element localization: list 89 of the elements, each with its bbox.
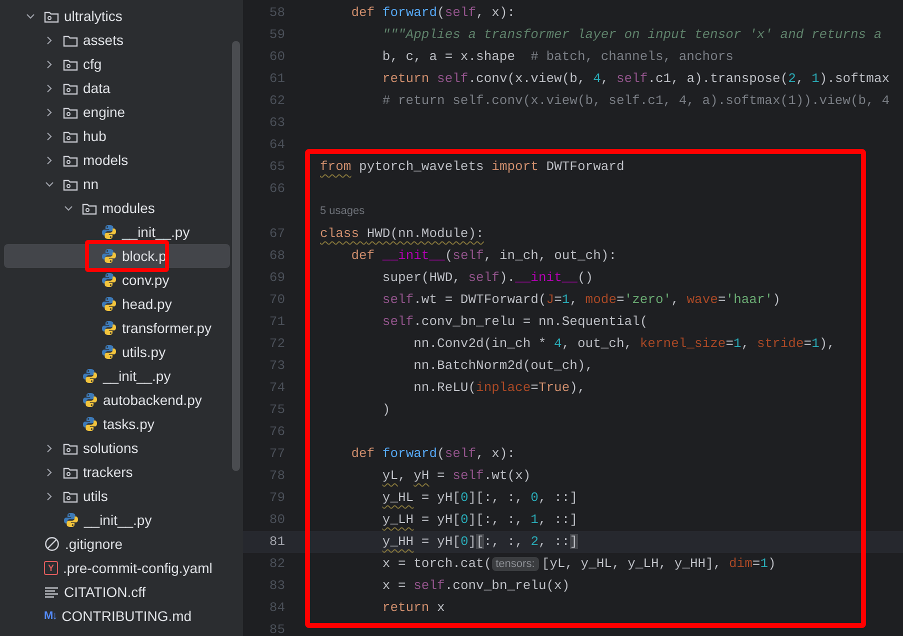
python-file-icon	[82, 368, 98, 384]
ignore-file-icon	[44, 536, 60, 552]
python-file-icon	[101, 272, 117, 288]
code-line: nn.ReLU(inplace=True),	[414, 379, 586, 398]
chevron-right-icon[interactable]	[45, 132, 54, 140]
tree-item[interactable]: trackers	[4, 460, 230, 484]
code-line: # return self.conv(x.view(b, self.c1, 4, a).softmax(1)).view(b, 4	[382, 92, 890, 110]
tree-item[interactable]: nn	[4, 172, 230, 196]
tree-item[interactable]: Y .pre-commit-config.yaml	[4, 556, 230, 580]
chevron-right-icon[interactable]	[45, 156, 54, 164]
python-file-icon	[101, 248, 117, 264]
code-line: nn.Conv2d(in_ch * 4, out_ch, kernel_size=1, stride=1),	[414, 335, 835, 354]
tree-item[interactable]: head.py	[4, 292, 230, 316]
tree-item[interactable]: data	[4, 76, 230, 100]
code-line: return x	[382, 599, 445, 618]
code-line: yL, yH = self.wt(x)	[382, 467, 531, 486]
tree-item[interactable]: M↓ CONTRIBUTING.md	[4, 604, 230, 628]
chevron-right-icon[interactable]	[45, 84, 54, 92]
folder-icon	[63, 58, 78, 70]
chevron-right-icon[interactable]	[45, 108, 54, 116]
folder-icon	[63, 154, 78, 166]
chevron-right-icon[interactable]	[45, 492, 54, 500]
chevron-right-icon[interactable]	[45, 60, 54, 68]
code-line: x = torch.cat( tensors: [yL, y_HL, y_LH, y_HH], dim=1)	[382, 555, 776, 574]
tree-item[interactable]: transformer.py	[4, 316, 230, 340]
code-line: return self.conv(x.view(b, 4, self.c1, a).transpose(2, 1).softmax	[382, 70, 890, 88]
tree-item[interactable]: hub	[4, 124, 230, 148]
tree-item[interactable]: __init__.py	[4, 508, 230, 532]
tree-item[interactable]: conv.py	[4, 268, 230, 292]
tree-item[interactable]: utils.py	[4, 340, 230, 364]
code-line: """Applies a transformer layer on input tensor 'x' and returns a	[382, 26, 882, 44]
folder-icon	[63, 130, 78, 142]
tree-item[interactable]: solutions	[4, 436, 230, 460]
code-line: def forward(self, x):	[351, 445, 516, 464]
code-line: b, c, a = x.shape # batch, channels, anchors	[382, 48, 734, 66]
markdown-file-icon: M↓	[44, 610, 57, 622]
code-line: )	[382, 401, 390, 420]
folder-icon	[63, 106, 78, 118]
line-number: 81	[268, 533, 285, 552]
tree-item[interactable]: autobackend.py	[4, 388, 230, 412]
folder-icon	[63, 490, 78, 502]
code-line: super(HWD, self).__init__()	[382, 269, 594, 288]
chevron-right-icon[interactable]	[45, 444, 54, 452]
python-file-icon	[101, 224, 117, 240]
folder-icon	[82, 202, 97, 214]
yaml-file-icon: Y	[44, 561, 58, 575]
code-line: y_LH = yH[0][:, :, 1, ::]	[382, 511, 578, 530]
code-line: self.conv_bn_relu = nn.Sequential(	[382, 313, 648, 332]
folder-icon	[63, 34, 78, 46]
tree-item[interactable]: .gitignore	[4, 532, 230, 556]
code-line: nn.BatchNorm2d(out_ch),	[414, 357, 594, 376]
tree-item[interactable]: modules	[4, 196, 230, 220]
python-file-icon	[82, 416, 98, 432]
tree-item[interactable]: tasks.py	[4, 412, 230, 436]
tree-item[interactable]: CITATION.cff	[4, 580, 230, 604]
tree-item[interactable]: ultralytics	[4, 4, 230, 28]
tree-item[interactable]: cfg	[4, 52, 230, 76]
code-line: y_HL = yH[0][:, :, 0, ::]	[382, 489, 578, 508]
tree-item[interactable]: models	[4, 148, 230, 172]
code-line: from pytorch_wavelets import DWTForward	[320, 158, 624, 176]
scrollbar[interactable]	[232, 41, 240, 471]
folder-icon	[63, 178, 78, 190]
code-line: self.wt = DWTForward(J=1, mode='zero', wave='haar')	[382, 291, 780, 310]
folder-icon	[63, 82, 78, 94]
tree-item[interactable]: block.p	[4, 244, 230, 268]
chevron-right-icon[interactable]	[45, 36, 54, 44]
chevron-right-icon[interactable]	[45, 468, 54, 476]
folder-icon	[63, 442, 78, 454]
python-file-icon	[101, 320, 117, 336]
python-file-icon	[101, 344, 117, 360]
code-line: y_HH = yH[0][:, :, 2, ::]	[382, 533, 578, 552]
tree-item[interactable]: engine	[4, 100, 230, 124]
chevron-down-icon[interactable]	[64, 204, 73, 212]
python-file-icon	[82, 392, 98, 408]
chevron-down-icon[interactable]	[26, 12, 35, 20]
code-line: class HWD(nn.Module):	[320, 225, 484, 244]
python-file-icon	[63, 512, 79, 528]
chevron-down-icon[interactable]	[45, 180, 54, 188]
code-line: def __init__(self, in_ch, out_ch):	[351, 247, 616, 266]
text-file-icon	[44, 586, 59, 598]
tree-item[interactable]: __init__.py	[4, 364, 230, 388]
code-line: def forward(self, x):	[351, 4, 516, 22]
tree-item[interactable]: __init__.py	[4, 220, 230, 244]
folder-icon	[63, 466, 78, 478]
folder-icon	[44, 10, 59, 22]
tree-item[interactable]: assets	[4, 28, 230, 52]
tree-item[interactable]: utils	[4, 484, 230, 508]
python-file-icon	[101, 296, 117, 312]
code-line: x = self.conv_bn_relu(x)	[382, 577, 570, 596]
